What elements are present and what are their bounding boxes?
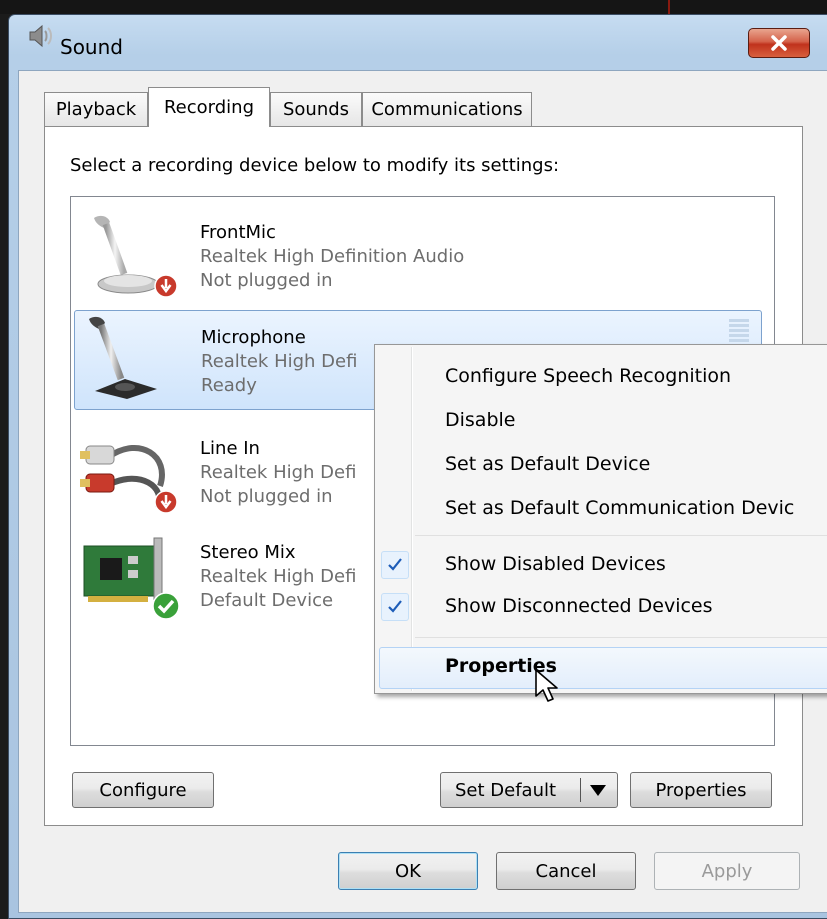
menu-item-set-default-communication[interactable]: Set as Default Communication Devic	[445, 497, 794, 519]
microphone-icon	[89, 316, 157, 399]
apply-button[interactable]: Apply	[654, 852, 800, 890]
unplugged-badge-icon	[154, 490, 178, 514]
device-driver: Realtek High Defi	[200, 566, 357, 587]
close-icon	[771, 35, 787, 51]
split-button-separator	[580, 778, 581, 802]
menu-item-show-disabled[interactable]: Show Disabled Devices	[445, 553, 666, 575]
device-status: Default Device	[200, 590, 334, 611]
menu-separator	[415, 535, 827, 536]
device-status: Not plugged in	[200, 270, 333, 291]
tab-communications[interactable]: Communications	[362, 92, 532, 126]
set-default-label: Set Default	[455, 779, 557, 801]
desktop-background	[0, 0, 827, 14]
close-button[interactable]	[748, 28, 810, 58]
default-check-icon	[152, 592, 180, 620]
properties-button[interactable]: Properties	[630, 772, 772, 808]
instruction-text: Select a recording device below to modif…	[70, 155, 560, 176]
chevron-down-icon[interactable]	[588, 782, 608, 798]
unplugged-badge-icon	[154, 274, 178, 298]
window-title: Sound	[60, 35, 123, 59]
cancel-button[interactable]: Cancel	[496, 852, 636, 890]
mouse-cursor-icon	[535, 669, 558, 702]
menu-separator	[415, 637, 827, 638]
menu-item-disable[interactable]: Disable	[445, 409, 515, 431]
check-icon	[381, 551, 409, 579]
level-meter-icon	[729, 319, 749, 342]
menu-gutter-highlight	[412, 347, 413, 691]
check-icon	[381, 593, 409, 621]
device-status: Ready	[201, 375, 257, 396]
device-driver: Realtek High Definition Audio	[200, 246, 465, 267]
tab-recording[interactable]: Recording	[148, 87, 270, 127]
ok-button[interactable]: OK	[338, 852, 478, 890]
menu-item-show-disconnected[interactable]: Show Disconnected Devices	[445, 595, 713, 617]
menu-item-configure-speech[interactable]: Configure Speech Recognition	[445, 365, 731, 387]
device-status: Not plugged in	[200, 486, 333, 507]
menu-item-set-default-device[interactable]: Set as Default Device	[445, 453, 650, 475]
tab-sounds[interactable]: Sounds	[270, 92, 362, 126]
device-name: FrontMic	[200, 222, 276, 243]
device-name: Microphone	[201, 327, 306, 348]
desktop-accent-line	[668, 0, 670, 14]
device-driver: Realtek High Defi	[201, 351, 358, 372]
device-name: Line In	[200, 438, 260, 459]
device-name: Stereo Mix	[200, 542, 296, 563]
context-menu: Configure Speech Recognition Disable Set…	[374, 344, 827, 694]
configure-button[interactable]: Configure	[72, 772, 214, 808]
speaker-icon	[29, 24, 52, 48]
device-driver: Realtek High Defi	[200, 462, 357, 483]
tab-playback[interactable]: Playback	[44, 92, 148, 126]
list-item-frontmic[interactable]: FrontMic Realtek High Definition Audio N…	[72, 202, 762, 302]
